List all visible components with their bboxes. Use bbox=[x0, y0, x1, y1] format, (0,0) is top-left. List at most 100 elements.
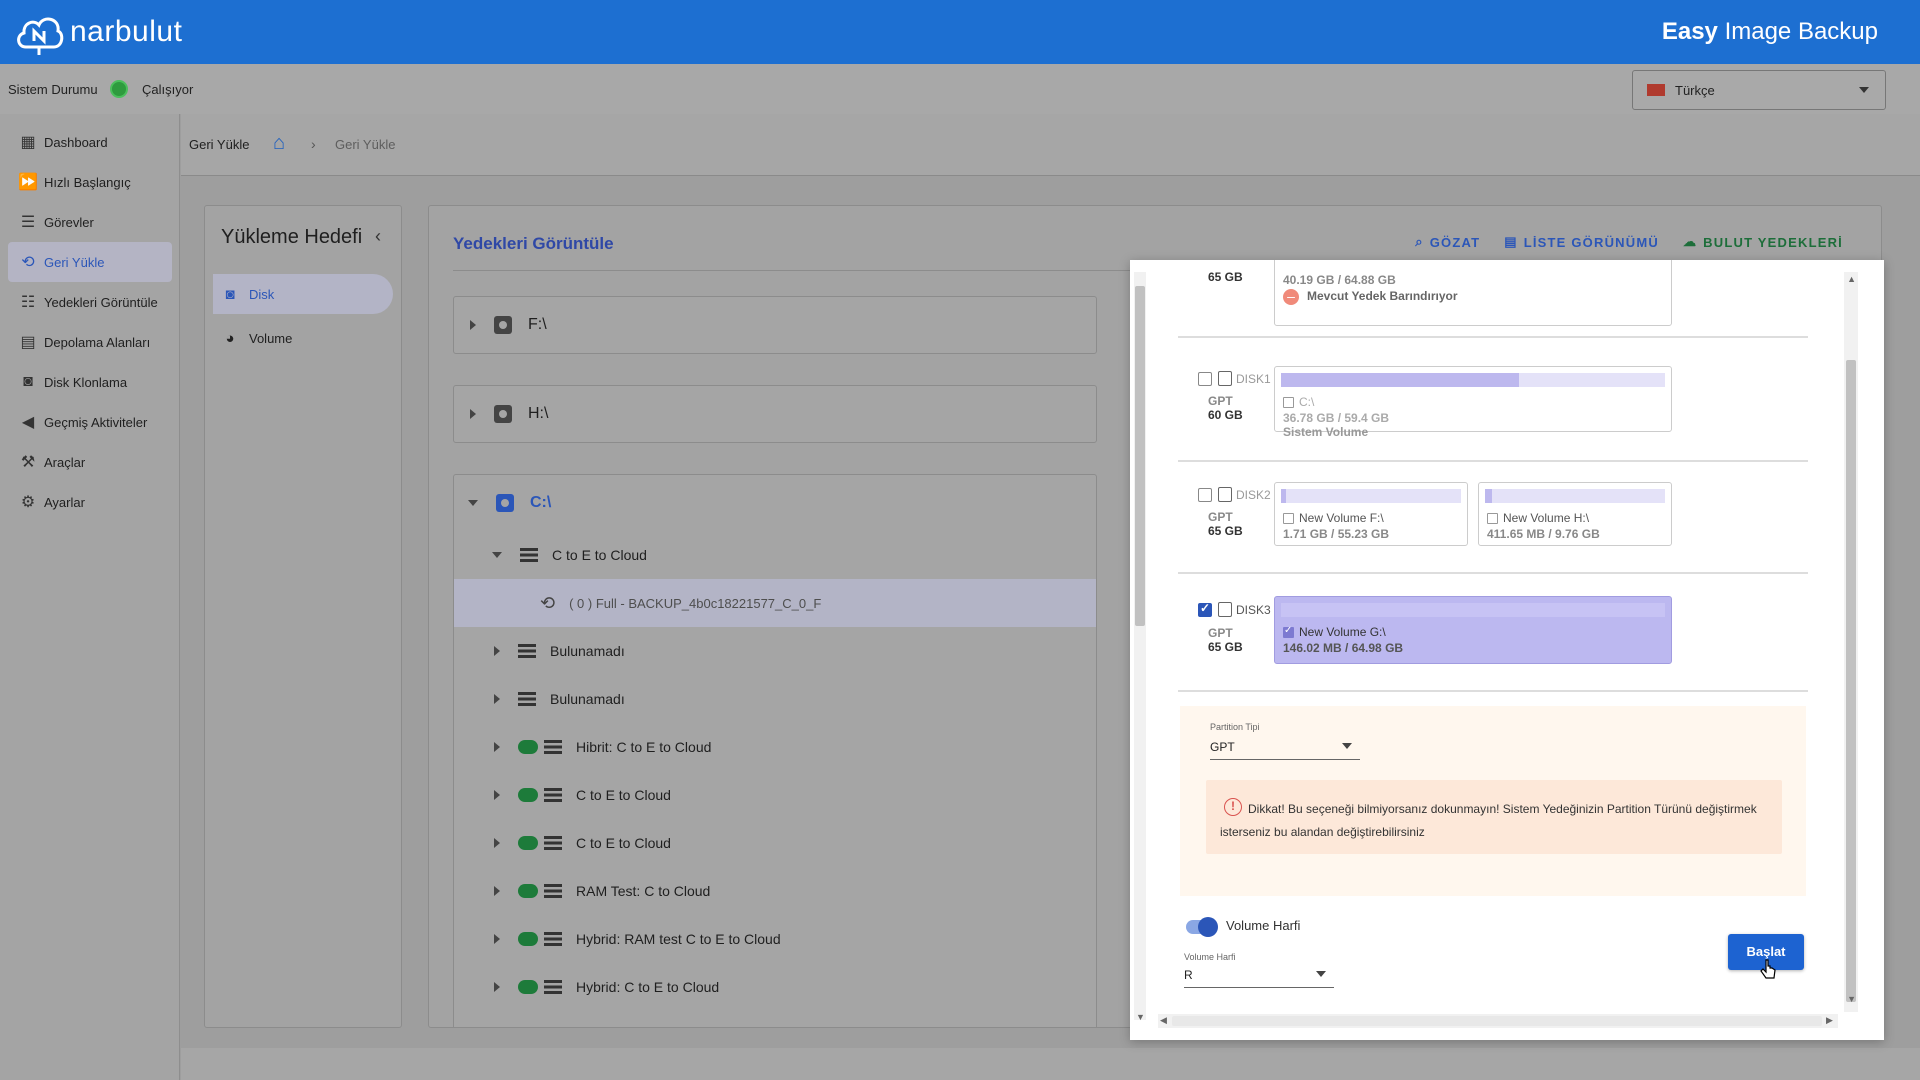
disk-card-disk1[interactable]: DISK1 GPT 60 GB C:\ 36.78 GB / 59.4 GB S… bbox=[1178, 352, 1808, 462]
tree-row[interactable]: C to E to Cloud bbox=[478, 819, 1096, 867]
caret-right-icon[interactable] bbox=[470, 320, 476, 330]
scroll-thumb[interactable] bbox=[1172, 1016, 1822, 1026]
scroll-down-left-icon[interactable]: ▼ bbox=[1136, 1012, 1145, 1022]
sidebar-item-restore[interactable]: ⟲ Geri Yükle bbox=[8, 242, 172, 282]
tree-row[interactable]: C to E to Cloud bbox=[478, 771, 1096, 819]
sidebar-item-tasks[interactable]: ☰ Görevler bbox=[8, 202, 172, 242]
sidebar-item-history[interactable]: ◀ Geçmiş Aktiviteler bbox=[8, 402, 172, 442]
scroll-down-icon[interactable]: ▼ bbox=[1847, 994, 1856, 1004]
selected-backup-row[interactable]: ⟲ ( 0 ) Full - BACKUP_4b0c18221577_C_0_F bbox=[454, 579, 1096, 627]
hdd-icon bbox=[1218, 602, 1232, 617]
caret-right-icon[interactable] bbox=[494, 742, 500, 752]
disk-icon: ◙ bbox=[23, 373, 33, 390]
caret-right-icon[interactable] bbox=[470, 409, 476, 419]
caret-down-icon[interactable] bbox=[468, 500, 478, 506]
tree-row[interactable]: RAM Test: C to Cloud bbox=[478, 867, 1096, 915]
scroll-right-icon[interactable]: ▶ bbox=[1826, 1015, 1833, 1026]
volume-checkbox[interactable] bbox=[1283, 513, 1294, 524]
drive-h[interactable]: H:\ bbox=[453, 385, 1097, 443]
volume-checkbox[interactable] bbox=[1283, 397, 1294, 408]
sidebar-item-label: Araçlar bbox=[44, 454, 86, 470]
volume-box[interactable]: New Volume H:\ 411.65 MB / 9.76 GB bbox=[1478, 482, 1672, 546]
disk1-checkbox[interactable] bbox=[1198, 372, 1212, 386]
tree-label: Hybrid: RAM test C to E to Cloud bbox=[576, 931, 781, 947]
list-view-button[interactable]: ▤ LİSTE GÖRÜNÜMÜ bbox=[1504, 234, 1659, 250]
tree-row[interactable]: Hybrid: RAM test C to E to Cloud bbox=[478, 915, 1096, 963]
gear-icon: ⚙ bbox=[20, 494, 36, 511]
partition-type-select[interactable]: GPT bbox=[1210, 734, 1360, 760]
sidebar-item-disk-clone[interactable]: ◙ Disk Klonlama bbox=[8, 362, 172, 402]
caret-right-icon[interactable] bbox=[494, 982, 500, 992]
chevron-left-icon[interactable]: ‹ bbox=[375, 226, 381, 247]
language-select[interactable]: Türkçe bbox=[1632, 70, 1886, 110]
caret-right-icon[interactable] bbox=[494, 790, 500, 800]
turkey-flag-icon bbox=[1647, 84, 1665, 96]
sidebar-item-label: Hızlı Başlangıç bbox=[44, 174, 131, 190]
volume-box[interactable]: New Volume F:\ 1.71 GB / 55.23 GB bbox=[1274, 482, 1468, 546]
volume-letter-select[interactable]: R bbox=[1184, 962, 1334, 988]
tree-row[interactable]: Bulunamadı bbox=[478, 675, 1096, 723]
system-status-value: Çalışıyor bbox=[142, 82, 194, 97]
sidebar-item-dashboard[interactable]: ▦ Dashboard bbox=[8, 122, 172, 162]
volume-checkbox[interactable] bbox=[1487, 513, 1498, 524]
disk-card-disk3[interactable]: DISK3 GPT 65 GB New Volume G:\ 146.02 MB… bbox=[1178, 586, 1808, 692]
caret-right-icon[interactable] bbox=[494, 886, 500, 896]
volume-box[interactable]: C:\ 36.78 GB / 59.4 GB Sistem Volume bbox=[1274, 366, 1672, 439]
tree-row[interactable]: Hybrid: C to E to Cloud bbox=[478, 963, 1096, 1011]
target-item-disk[interactable]: ◙ Disk bbox=[213, 274, 393, 314]
target-item-volume[interactable]: ◕ Volume bbox=[213, 318, 393, 358]
volume-box-selected[interactable]: New Volume G:\ 146.02 MB / 64.98 GB bbox=[1274, 596, 1672, 664]
scrollbar-vertical-left[interactable] bbox=[1134, 272, 1146, 1020]
caret-right-icon[interactable] bbox=[494, 694, 500, 704]
system-status-label: Sistem Durumu bbox=[8, 82, 98, 97]
sidebar-item-label: Dashboard bbox=[44, 134, 108, 150]
caret-right-icon[interactable] bbox=[494, 934, 500, 944]
list-bullets-icon: ☷ bbox=[20, 294, 36, 311]
app-title: Easy Image Backup bbox=[1662, 18, 1878, 46]
drive-f[interactable]: F:\ bbox=[453, 296, 1097, 354]
caret-down-icon[interactable] bbox=[492, 552, 502, 558]
volume-letter-toggle[interactable] bbox=[1186, 917, 1218, 937]
sidebar-item-storage[interactable]: ▤ Depolama Alanları bbox=[8, 322, 172, 362]
tree-row[interactable]: Bulunamadı bbox=[478, 627, 1096, 675]
volume-letter-label: Volume Harfi bbox=[1184, 952, 1236, 962]
sidebar-item-label: Depolama Alanları bbox=[44, 334, 151, 350]
partition-type-label: Partition Tipi bbox=[1210, 722, 1260, 732]
narbulut-logo[interactable]: narbulut bbox=[14, 8, 182, 56]
cloud-icon: ☁ bbox=[1682, 234, 1698, 249]
scroll-up-icon[interactable]: ▲ bbox=[1847, 274, 1856, 284]
scrollbar-horizontal[interactable] bbox=[1158, 1014, 1838, 1028]
list-icon bbox=[544, 788, 562, 802]
disk3-checkbox[interactable] bbox=[1198, 601, 1212, 617]
scrollbar-vertical[interactable] bbox=[1844, 272, 1858, 1012]
disk-card-disk2[interactable]: DISK2 GPT 65 GB New Volume F:\ 1.71 GB /… bbox=[1178, 474, 1808, 574]
volume-usage-bar bbox=[1281, 603, 1665, 617]
sidebar-item-quick-start[interactable]: ⏩ Hızlı Başlangıç bbox=[8, 162, 172, 202]
cloud-logo-icon bbox=[17, 17, 64, 55]
scroll-left-icon[interactable]: ◀ bbox=[1160, 1015, 1167, 1026]
drive-c[interactable]: C:\ C to E to Cloud ⟲ ( 0 ) Full - BACKU… bbox=[453, 474, 1097, 1027]
tree-group[interactable]: C to E to Cloud bbox=[478, 531, 1096, 579]
volume-checkbox[interactable] bbox=[1283, 625, 1294, 638]
drive-label: C:\ bbox=[530, 494, 552, 511]
scroll-thumb[interactable] bbox=[1846, 360, 1856, 1002]
cloud-backups-label: BULUT YEDEKLERİ bbox=[1703, 234, 1843, 250]
cloud-download-icon bbox=[518, 788, 538, 802]
volume-usage: 146.02 MB / 64.98 GB bbox=[1283, 641, 1404, 655]
tree-label: C to E to Cloud bbox=[576, 787, 671, 803]
logo-text: narbulut bbox=[70, 15, 183, 48]
history-icon: ◀ bbox=[21, 414, 35, 431]
tree-label: C to E to Cloud bbox=[552, 547, 647, 563]
caret-right-icon[interactable] bbox=[494, 838, 500, 848]
home-icon[interactable]: ⌂ bbox=[273, 132, 285, 155]
search-icon: ⌕ bbox=[1415, 234, 1424, 249]
sidebar-item-settings[interactable]: ⚙ Ayarlar bbox=[8, 482, 172, 522]
caret-right-icon[interactable] bbox=[494, 646, 500, 656]
tree-row[interactable]: Hibrit: C to E to Cloud bbox=[478, 723, 1096, 771]
disk2-checkbox[interactable] bbox=[1198, 488, 1212, 502]
scroll-thumb[interactable] bbox=[1135, 286, 1145, 626]
sidebar-item-tools[interactable]: ⚒ Araçlar bbox=[8, 442, 172, 482]
sidebar-item-view-backups[interactable]: ☷ Yedekleri Görüntüle bbox=[8, 282, 172, 322]
browse-button[interactable]: ⌕ GÖZAT bbox=[1415, 234, 1480, 250]
cloud-backups-button[interactable]: ☁ BULUT YEDEKLERİ bbox=[1683, 234, 1843, 250]
